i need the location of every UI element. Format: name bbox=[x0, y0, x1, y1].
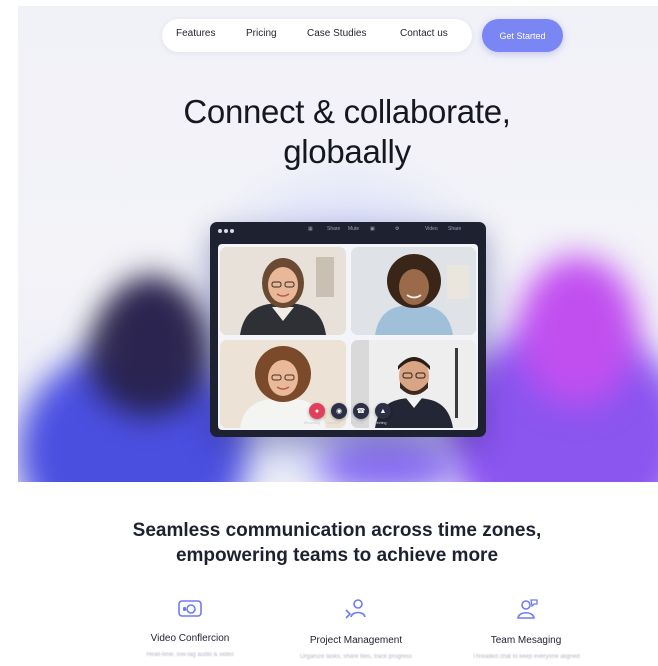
participant-photo bbox=[351, 247, 476, 335]
people-icon[interactable]: ▣ bbox=[370, 226, 375, 232]
control-label: End call bbox=[351, 421, 364, 425]
tagline-line-1: Seamless communication across time zones… bbox=[132, 520, 542, 541]
grid-icon[interactable]: ▦ bbox=[308, 226, 313, 232]
feature-team-messaging: Team Mesaging Threaded chat to keep ever… bbox=[446, 598, 606, 660]
call-controls: ● ◉ ☎ ▲ bbox=[302, 402, 398, 420]
landing-page: Features Pricing Case Studies Contact us… bbox=[0, 0, 658, 666]
tagline: Seamless communication across time zones… bbox=[0, 518, 658, 568]
get-started-button[interactable]: Get Started bbox=[482, 19, 563, 52]
control-label: Recording bbox=[304, 421, 320, 425]
toolbar-item[interactable]: Share bbox=[327, 226, 340, 232]
project-people-icon bbox=[345, 599, 366, 619]
speaker-icon[interactable]: ◉ bbox=[331, 403, 347, 419]
participant-tile[interactable] bbox=[351, 247, 476, 335]
top-nav: Features Pricing Case Studies Contact us bbox=[162, 19, 472, 52]
window-dot-icon bbox=[218, 229, 222, 233]
blurred-person-left-head bbox=[106, 276, 198, 394]
feature-title: Video Conflercion bbox=[150, 633, 230, 644]
end-call-icon[interactable]: ☎ bbox=[353, 403, 369, 419]
participant-photo bbox=[220, 247, 346, 335]
team-chat-icon bbox=[517, 599, 538, 619]
hero-headline: Connect & collaborate, globaally bbox=[0, 92, 658, 172]
toolbar-item[interactable]: Share bbox=[448, 226, 461, 232]
window-titlebar: ▦ Share Mute ▣ ⚙ Video Share bbox=[210, 222, 486, 240]
video-call-window: ▦ Share Mute ▣ ⚙ Video Share ● ◉ ☎ ▲ Rec… bbox=[210, 222, 486, 437]
nav-link-case-studies[interactable]: Case Studies bbox=[307, 28, 366, 39]
nav-link-contact[interactable]: Contact us bbox=[400, 28, 448, 39]
feature-project-management: Project Management Organize tasks, share… bbox=[276, 598, 436, 660]
participant-tile[interactable] bbox=[220, 247, 346, 335]
feature-description: Threaded chat to keep everyone aligned bbox=[472, 654, 580, 660]
record-icon[interactable]: ● bbox=[309, 403, 325, 419]
nav-link-features[interactable]: Features bbox=[176, 28, 215, 39]
feature-title: Project Management bbox=[309, 635, 403, 646]
nav-link-pricing[interactable]: Pricing bbox=[246, 28, 277, 39]
tagline-line-2: empowering teams to achieve more bbox=[175, 545, 499, 566]
settings-icon[interactable]: ⚙ bbox=[395, 226, 399, 232]
feature-video-conference: Video Conflercion Reall-time, low-lag au… bbox=[110, 598, 270, 658]
control-label: Speaker bbox=[327, 421, 341, 425]
window-dot-icon bbox=[224, 229, 228, 233]
headline-line-2: globaally bbox=[283, 133, 411, 170]
feature-description: Organize tasks, share files, track progr… bbox=[299, 654, 413, 660]
blurred-person-right-head bbox=[518, 256, 638, 406]
control-label: Meeting bbox=[374, 421, 387, 425]
window-dot-icon bbox=[230, 229, 234, 233]
toolbar-item[interactable]: Video bbox=[425, 226, 438, 232]
feature-title: Team Mesaging bbox=[490, 635, 562, 646]
headline-line-1: Connect & collaborate, bbox=[183, 93, 511, 130]
toolbar-item[interactable]: Mute bbox=[348, 226, 359, 232]
video-camera-icon bbox=[178, 600, 202, 617]
meeting-icon[interactable]: ▲ bbox=[375, 403, 391, 419]
feature-description: Reall-time, low-lag audio & video bbox=[146, 652, 234, 658]
